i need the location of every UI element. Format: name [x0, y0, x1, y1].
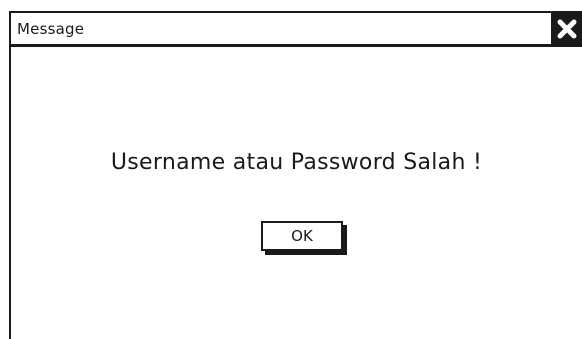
ok-button-wrapper: OK — [261, 221, 347, 255]
error-message: Username atau Password Salah ! — [110, 150, 483, 175]
close-button[interactable] — [551, 11, 582, 47]
dialog-titlebar: Message — [11, 11, 582, 47]
ok-button[interactable]: OK — [261, 221, 343, 251]
dialog-title: Message — [17, 20, 85, 38]
message-dialog: Message Username atau Password Salah ! O… — [9, 11, 582, 339]
close-icon — [557, 19, 577, 39]
